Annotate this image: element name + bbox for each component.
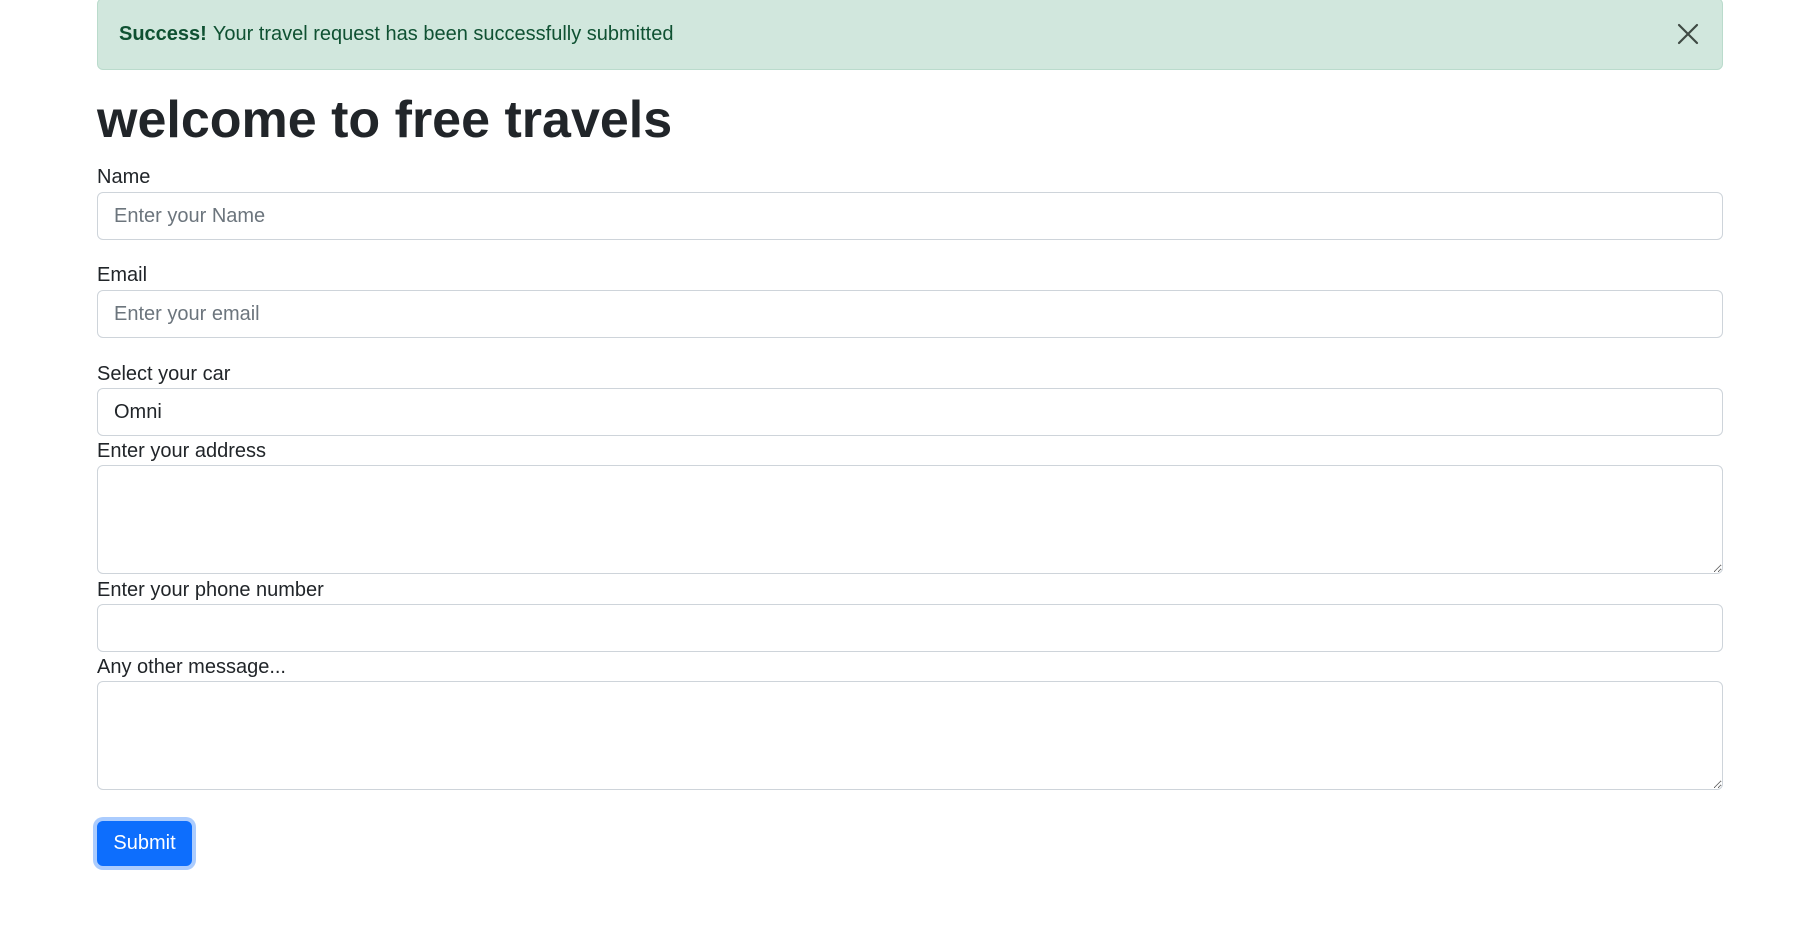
address-textarea[interactable] xyxy=(97,465,1723,574)
car-select[interactable]: Omni xyxy=(97,388,1723,436)
phone-input[interactable] xyxy=(97,604,1723,652)
alert-strong-text: Success! xyxy=(119,22,207,45)
close-icon[interactable] xyxy=(1674,20,1702,48)
phone-label: Enter your phone number xyxy=(97,579,324,601)
car-label: Select your car xyxy=(97,363,231,385)
address-label: Enter your address xyxy=(97,440,266,462)
submit-button[interactable]: Submit xyxy=(97,821,192,866)
name-label: Name xyxy=(97,166,151,188)
name-input[interactable] xyxy=(97,192,1723,240)
alert-message: Your travel request has been successfull… xyxy=(212,22,674,45)
car-select-value: Omni xyxy=(114,400,162,423)
message-textarea[interactable] xyxy=(97,681,1723,790)
email-input[interactable] xyxy=(97,290,1723,338)
success-alert: Success! Your travel request has been su… xyxy=(97,0,1723,70)
message-label: Any other message... xyxy=(97,656,286,678)
page-title: welcome to free travels xyxy=(97,91,673,149)
email-label: Email xyxy=(97,264,148,286)
